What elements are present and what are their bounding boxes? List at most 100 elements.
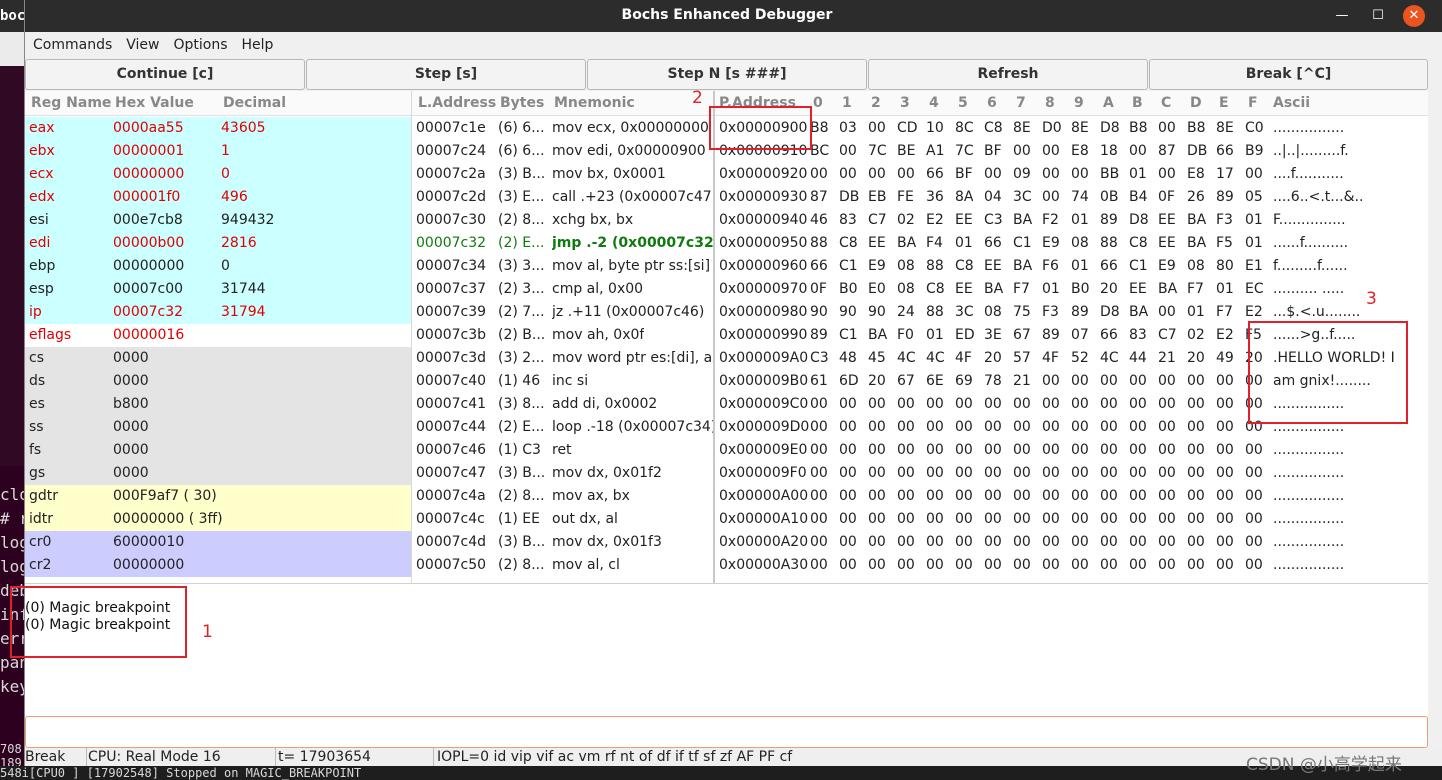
register-row[interactable]: gdtr 000F9af7 ( 30) [25,485,411,508]
column-header[interactable]: 6 [987,91,997,116]
column-header[interactable]: 1 [842,91,852,116]
disasm-row[interactable]: 00007c40 (1) 46 inc si [412,370,713,393]
menu-help[interactable]: Help [235,32,281,58]
memory-row[interactable]: 0x000009F0 00 00 00 00 00 00 00 00 00 00 00 00 00 00 00… [715,462,1428,485]
disasm-row[interactable]: 00007c44 (2) E... loop .-18 (0x00007c34) [412,416,713,439]
column-header[interactable]: A [1103,91,1114,116]
memory-row[interactable]: 0x00000920 00 00 00 00 66 BF 00 09 00 00 BB 01 00 E8 17… [715,163,1428,186]
register-row[interactable]: gs 0000 [25,462,411,485]
register-row[interactable]: fs 0000 [25,439,411,462]
disasm-row[interactable]: 00007c4a (2) 8... mov ax, bx [412,485,713,508]
memory-row[interactable]: 0x00000900 B8 03 00 CD 10 8C C8 8E D0 8E D8 B8 00 B8 8E… [715,117,1428,140]
menu-options[interactable]: Options [166,32,234,58]
disasm-row[interactable]: 00007c39 (2) 7... jz .+11 (0x00007c46) [412,301,713,324]
register-row[interactable]: edx 000001f0 496 [25,186,411,209]
column-header[interactable]: Reg Name [31,91,111,116]
column-header[interactable]: Decimal [223,91,286,116]
column-header[interactable]: 3 [900,91,910,116]
register-row[interactable]: cs 0000 [25,347,411,370]
disasm-row[interactable]: 00007c4c (1) EE out dx, al [412,508,713,531]
disasm-row[interactable]: 00007c3d (3) 2... mov word ptr es:[di], ax [412,347,713,370]
register-row[interactable]: eax 0000aa55 43605 [25,117,411,140]
disasm-row[interactable]: 00007c50 (2) 8... mov al, cl [412,554,713,577]
column-header[interactable]: 5 [958,91,968,116]
column-header[interactable]: E [1219,91,1229,116]
register-row[interactable]: idtr 00000000 ( 3ff) [25,508,411,531]
register-row[interactable]: ds 0000 [25,370,411,393]
column-header[interactable]: 0 [813,91,823,116]
break-button[interactable]: Break [^C] [1149,59,1428,90]
continue-button[interactable]: Continue [c] [25,59,305,90]
disasm-row[interactable]: 00007c32 (2) E... jmp .-2 (0x00007c32) [412,232,713,255]
menu-commands[interactable]: Commands [25,32,119,58]
memory-row[interactable]: 0x00000950 88 C8 EE BA F4 01 66 C1 E9 08 88 C8 EE BA F5… [715,232,1428,255]
column-header[interactable]: 4 [929,91,939,116]
memory-row[interactable]: 0x00000910 BC 00 7C BE A1 7C BF 00 00 E8 18 00 87 DB 66… [715,140,1428,163]
disasm-row[interactable]: 00007c3b (2) B... mov ah, 0x0f [412,324,713,347]
step-n-button[interactable]: Step N [s ###] [587,59,867,90]
column-header[interactable]: L.Address [418,91,496,116]
output-scrollbar[interactable] [1428,583,1442,748]
register-row[interactable]: ebx 00000001 1 [25,140,411,163]
disasm-row[interactable]: 00007c41 (3) 8... add di, 0x0002 [412,393,713,416]
register-row[interactable]: esi 000e7cb8 949432 [25,209,411,232]
disasm-row[interactable]: 00007c37 (2) 3... cmp al, 0x00 [412,278,713,301]
register-row[interactable]: ss 0000 [25,416,411,439]
register-row[interactable]: ecx 00000000 0 [25,163,411,186]
column-header[interactable]: 2 [871,91,881,116]
step-button[interactable]: Step [s] [306,59,586,90]
memory-row[interactable]: 0x00000930 87 DB EB FE 36 8A 04 3C 00 74 0B B4 0F 26 89… [715,186,1428,209]
register-row[interactable]: edi 00000b00 2816 [25,232,411,255]
menu-view[interactable]: View [119,32,166,58]
memory-byte: 4C [1100,350,1119,366]
memory-row[interactable]: 0x00000960 66 C1 E9 08 88 C8 EE BA F6 01 66 C1 E9 08 80… [715,255,1428,278]
disasm-row[interactable]: 00007c4d (3) B... mov dx, 0x01f3 [412,531,713,554]
minimize-icon[interactable]: — [1331,5,1353,27]
title-bar[interactable]: Bochs Enhanced Debugger — ☐ ✕ [25,0,1442,32]
memory-row[interactable]: 0x00000A30 00 00 00 00 00 00 00 00 00 00 00 00 00 00 00… [715,554,1428,577]
disasm-row[interactable]: 00007c30 (2) 8... xchg bx, bx [412,209,713,232]
memory-row[interactable]: 0x00000A20 00 00 00 00 00 00 00 00 00 00 00 00 00 00 00… [715,531,1428,554]
maximize-icon[interactable]: ☐ [1367,5,1389,27]
memory-row[interactable]: 0x00000A10 00 00 00 00 00 00 00 00 00 00 00 00 00 00 00… [715,508,1428,531]
disasm-row[interactable]: 00007c46 (1) C3 ret [412,439,713,462]
refresh-button[interactable]: Refresh [868,59,1148,90]
disasm-row[interactable]: 00007c24 (6) 6... mov edi, 0x00000900 [412,140,713,163]
memory-row[interactable]: 0x00000970 0F B0 E0 08 C8 EE BA F7 01 B0 20 EE BA F7 01… [715,278,1428,301]
register-row[interactable]: es b800 [25,393,411,416]
disasm-row[interactable]: 00007c2d (3) E... call .+23 (0x00007c47) [412,186,713,209]
column-header[interactable]: Hex Value [115,91,194,116]
disasm-row[interactable]: 00007c2a (3) B... mov bx, 0x0001 [412,163,713,186]
column-header[interactable]: 8 [1045,91,1055,116]
column-header[interactable]: C [1161,91,1171,116]
column-header[interactable]: B [1132,91,1143,116]
memory-row[interactable]: 0x000009E0 00 00 00 00 00 00 00 00 00 00 00 00 00 00 00… [715,439,1428,462]
disasm-row[interactable]: 00007c1e (6) 6... mov ecx, 0x00000000 [412,117,713,140]
column-header[interactable]: Bytes [500,91,544,116]
register-row[interactable]: eflags 00000016 [25,324,411,347]
register-row[interactable]: ip 00007c32 31794 [25,301,411,324]
command-input[interactable] [25,716,1428,748]
output-log[interactable]: (0) Magic breakpoint (0) Magic breakpoin… [25,583,1428,716]
disasm-row[interactable]: 00007c47 (3) B... mov dx, 0x01f2 [412,462,713,485]
column-header[interactable]: Ascii [1273,91,1310,116]
disasm-bytes: (1) C3 [498,442,541,458]
status-flags: IOPL=0 id vip vif ac vm rf nt of df if t… [437,749,793,765]
register-row[interactable]: ebp 00000000 0 [25,255,411,278]
terminal-tab[interactable]: bochs [0,0,24,32]
close-icon[interactable]: ✕ [1403,5,1425,27]
column-header[interactable]: 7 [1016,91,1026,116]
memory-row[interactable]: 0x00000A00 00 00 00 00 00 00 00 00 00 00 00 00 00 00 00… [715,485,1428,508]
disassembly-panel[interactable]: L.Address Bytes Mnemonic 00007c1e (6) 6..… [411,91,713,583]
register-row[interactable]: cr2 00000000 [25,554,411,577]
memory-address: 0x00000940 [719,212,808,228]
column-header[interactable]: F [1248,91,1258,116]
register-row[interactable]: cr0 60000010 [25,531,411,554]
register-row[interactable]: esp 00007c00 31744 [25,278,411,301]
column-header[interactable]: D [1190,91,1202,116]
column-header[interactable]: Mnemonic [554,91,635,116]
column-header[interactable]: 9 [1074,91,1084,116]
memory-row[interactable]: 0x00000940 46 83 C7 02 E2 EE C3 BA F2 01 89 D8 EE BA F3… [715,209,1428,232]
disasm-row[interactable]: 00007c34 (3) 3... mov al, byte ptr ss:[si] [412,255,713,278]
register-panel[interactable]: Reg Name Hex Value Decimal eax 0000aa55 43… [25,91,411,583]
